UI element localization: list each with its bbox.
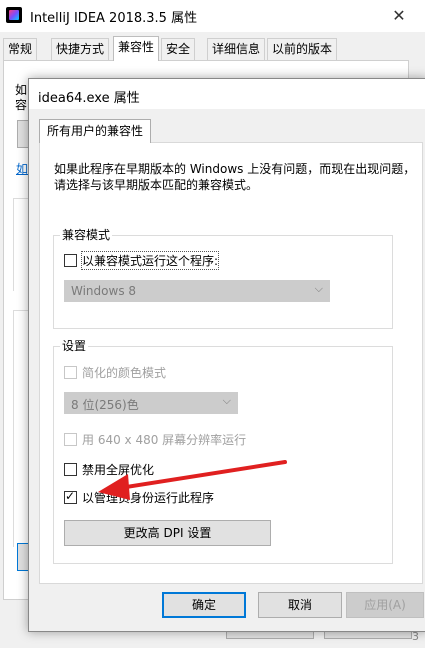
close-icon[interactable]: ✕ <box>384 3 414 29</box>
res-640-checkbox[interactable] <box>64 433 77 446</box>
tab-general[interactable]: 常规 <box>3 38 38 60</box>
run-in-compat-checkbox[interactable] <box>64 254 77 267</box>
run-as-admin-checkbox[interactable] <box>64 489 77 504</box>
ok-button[interactable]: 确定 <box>162 592 246 618</box>
run-as-admin-label: 以管理员身份运行此程序 <box>82 491 215 505</box>
settings-group-label: 设置 <box>60 338 89 354</box>
cancel-button[interactable]: 取消 <box>258 592 342 618</box>
apply-button[interactable]: 应用(A) <box>346 592 424 618</box>
settings-group: 设置 简化的颜色模式 8 位(256)色 ⌵ 用 640 x 480 屏幕分辨率… <box>53 338 393 564</box>
intro-line-1: 如果此程序在早期版本的 Windows 上没有问题，而现在出现问题， <box>54 162 416 176</box>
dialog-tab-panel: 如果此程序在早期版本的 Windows 上没有问题，而现在出现问题， 请选择与该… <box>39 142 423 584</box>
compat-mode-group: 兼容模式 以兼容模式运行这个程序: Windows 8 ⌵ <box>53 227 393 329</box>
chevron-down-icon: ⌵ <box>314 282 323 295</box>
dialog-titlebar: idea64.exe 属性 <box>29 79 425 109</box>
tab-previous-versions[interactable]: 以前的版本 <box>267 38 338 60</box>
background-link-fragment[interactable]: 如 <box>16 160 28 177</box>
change-dpi-settings-button[interactable]: 更改高 DPI 设置 <box>64 520 271 546</box>
os-version-value: Windows 8 <box>71 284 137 298</box>
tab-shortcut[interactable]: 快捷方式 <box>51 38 110 60</box>
chevron-down-icon: ⌵ <box>222 394 231 407</box>
background-text-fragment: 容 <box>15 98 28 112</box>
color-depth-value: 8 位(256)色 <box>71 398 139 412</box>
reduced-color-label: 简化的颜色模式 <box>82 366 167 380</box>
intellij-app-icon <box>6 7 22 23</box>
res-640-label: 用 640 x 480 屏幕分辨率运行 <box>82 433 247 447</box>
intro-line-2: 请选择与该早期版本匹配的兼容模式。 <box>54 178 259 192</box>
tab-compatibility[interactable]: 兼容性 <box>113 36 160 61</box>
tab-all-users-compatibility[interactable]: 所有用户的兼容性 <box>39 119 152 143</box>
run-in-compat-label[interactable]: 以兼容模式运行这个程序: <box>80 251 220 270</box>
background-window-title: IntelliJ IDEA 2018.3.5 属性 <box>30 11 198 26</box>
disable-fullscreen-opt-checkbox[interactable] <box>64 463 77 476</box>
background-titlebar: IntelliJ IDEA 2018.3.5 属性 ✕ <box>0 0 425 32</box>
reduced-color-checkbox[interactable] <box>64 366 77 379</box>
tab-security[interactable]: 安全 <box>161 38 196 60</box>
intro-text: 如果此程序在早期版本的 Windows 上没有问题，而现在出现问题， 请选择与该… <box>54 161 419 193</box>
os-version-select[interactable]: Windows 8 ⌵ <box>64 280 330 302</box>
tab-details[interactable]: 详细信息 <box>207 38 266 60</box>
compatibility-dialog: idea64.exe 属性 所有用户的兼容性 如果此程序在早期版本的 Windo… <box>28 78 425 632</box>
compat-mode-group-label: 兼容模式 <box>60 227 113 243</box>
dialog-title: idea64.exe 属性 <box>38 91 140 106</box>
color-depth-select[interactable]: 8 位(256)色 ⌵ <box>64 392 238 414</box>
disable-fullscreen-opt-label: 禁用全屏优化 <box>82 463 155 477</box>
